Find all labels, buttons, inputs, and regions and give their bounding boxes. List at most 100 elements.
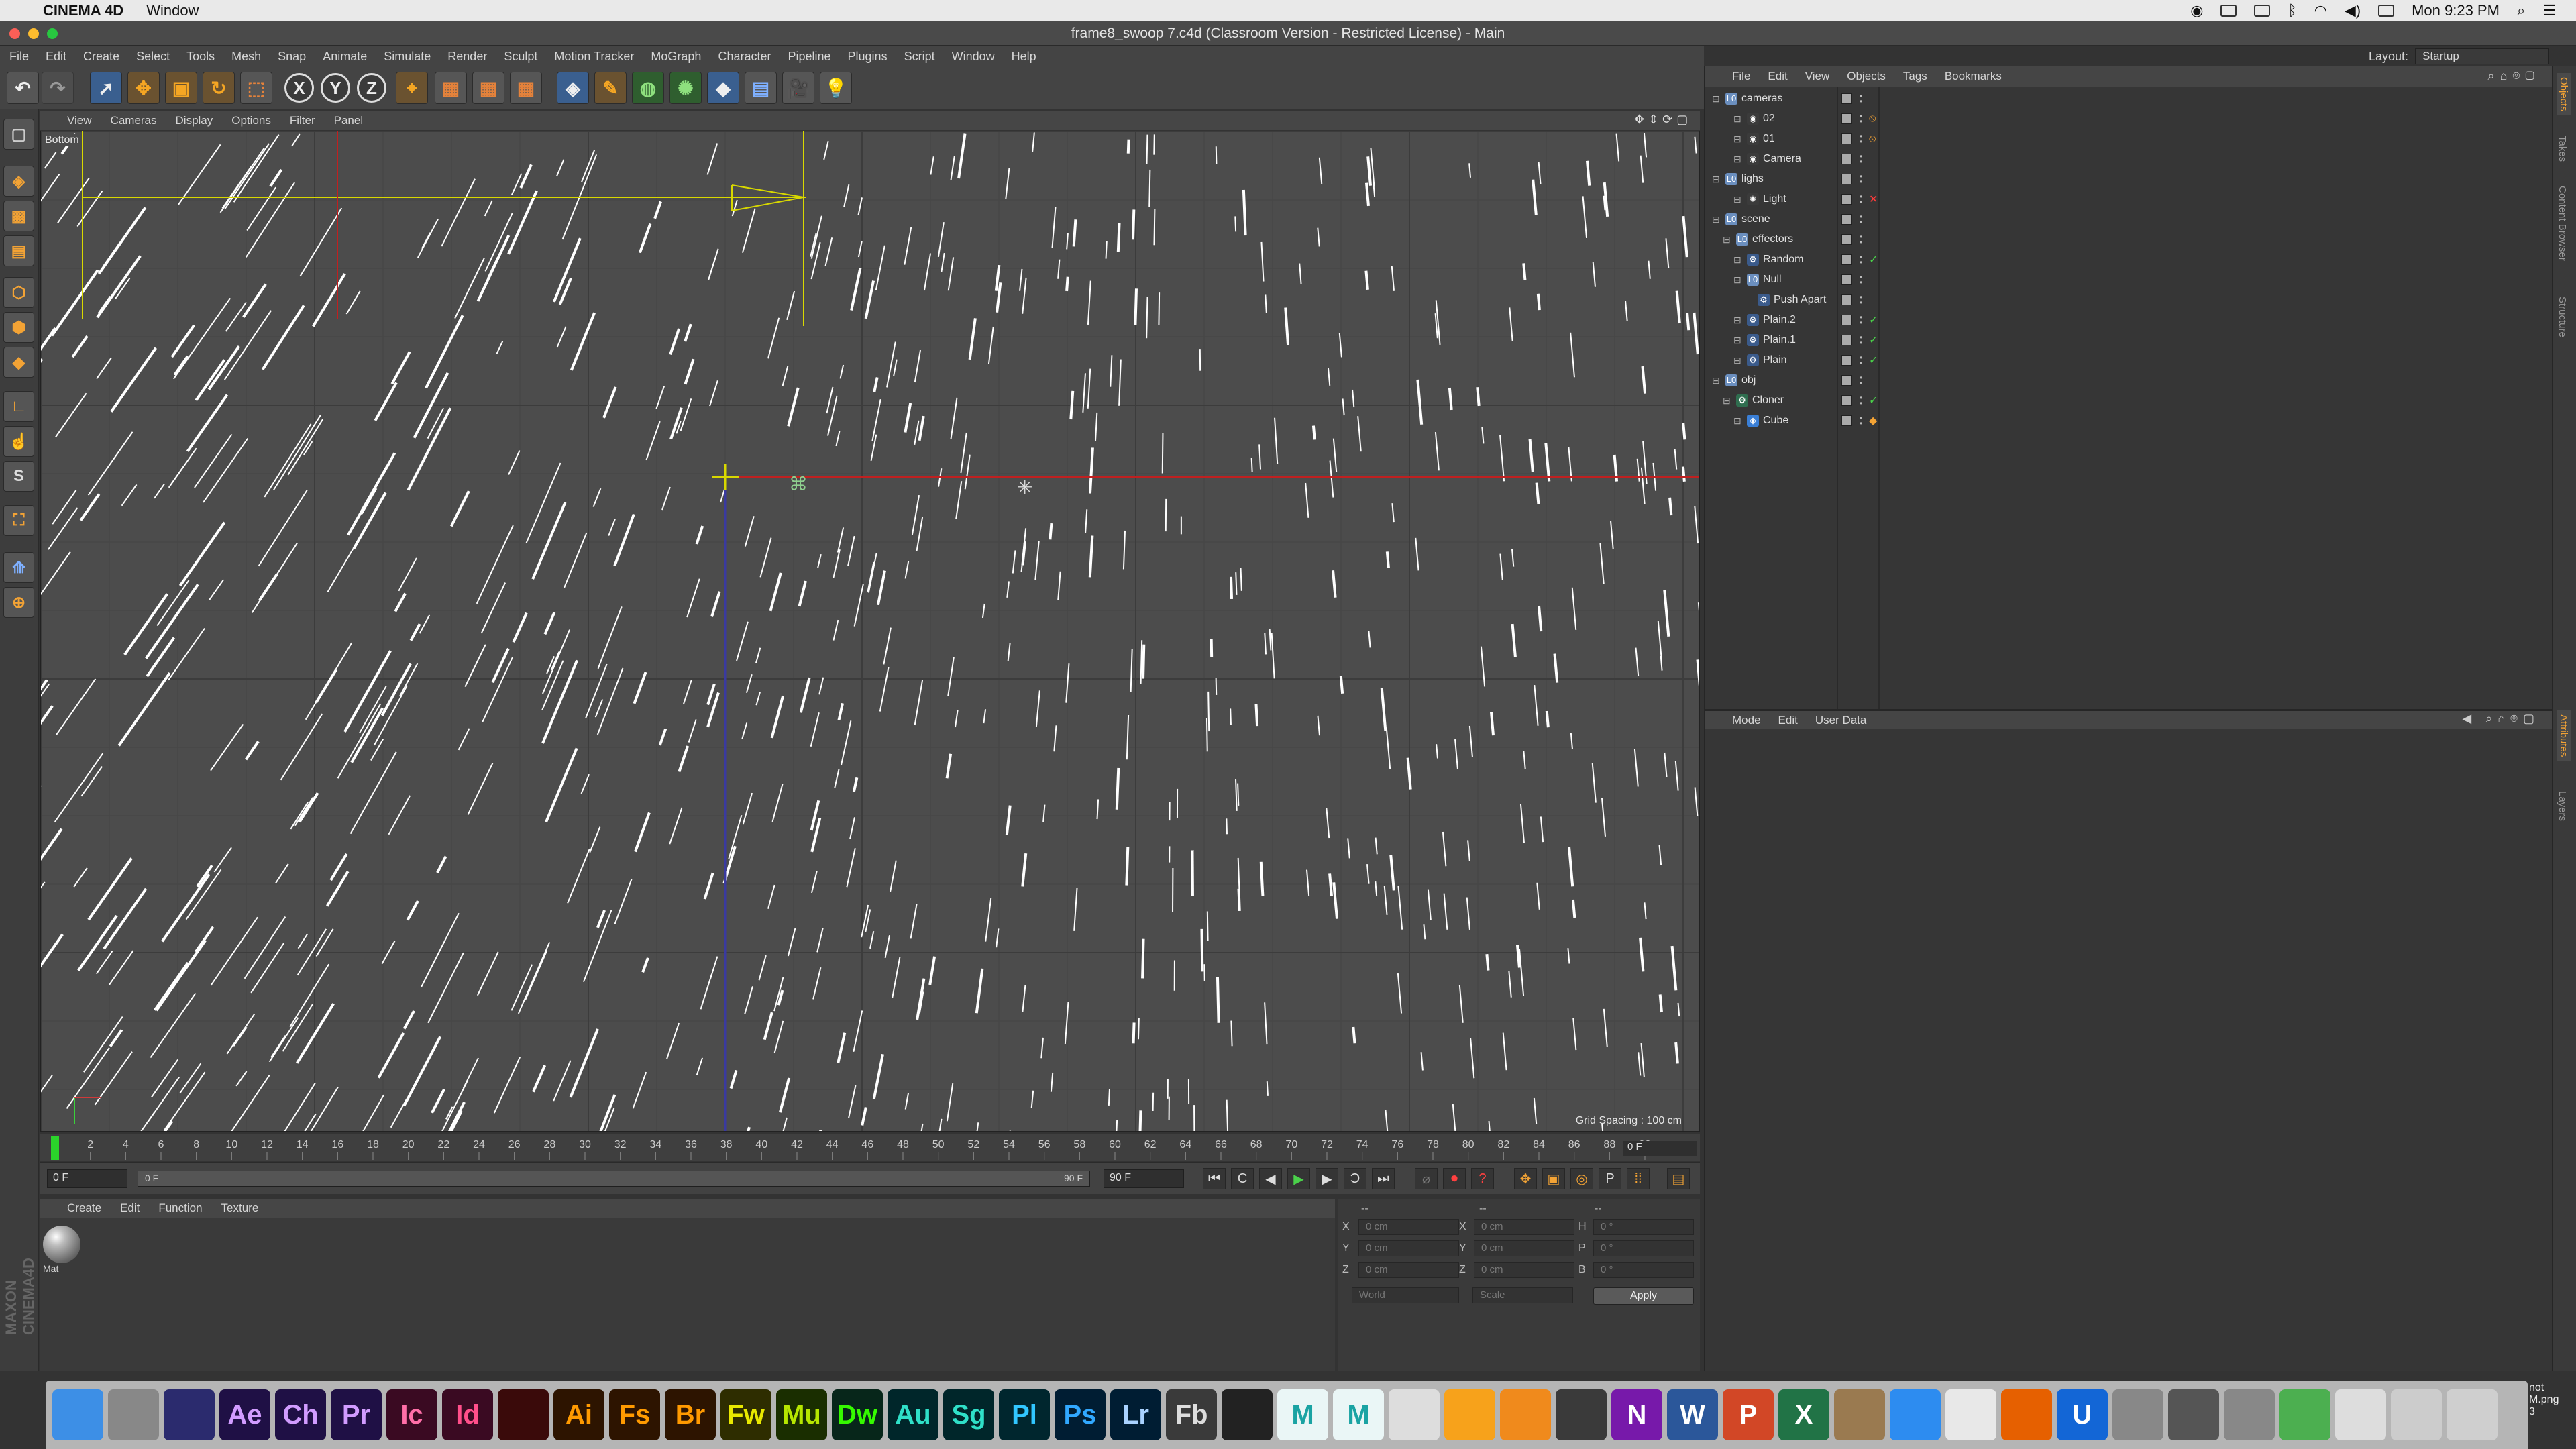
expand-toggle-icon[interactable]: ⊟ [1733, 355, 1743, 366]
recent-tools-icon[interactable]: ⬚ [240, 72, 272, 104]
tag-check-icon[interactable]: ✓ [1869, 333, 1878, 347]
visibility-dots[interactable]: • • [1860, 354, 1865, 367]
undo-icon[interactable]: ↶ [7, 72, 39, 104]
menu-character[interactable]: Character [718, 50, 771, 64]
object-name[interactable]: Random [1763, 254, 1803, 266]
audition-icon[interactable]: Au [888, 1389, 938, 1440]
desktop-file-label[interactable]: not M.png 3 [2529, 1382, 2576, 1418]
visibility-dots[interactable]: • • [1860, 414, 1865, 427]
wifi-icon[interactable]: ◠ [2314, 2, 2327, 19]
coord-field-b-y[interactable]: 0 cm [1474, 1240, 1574, 1256]
coord-field-c-b[interactable]: 0 ° [1593, 1262, 1694, 1278]
apply-button[interactable]: Apply [1593, 1287, 1694, 1305]
viewport-menu-filter[interactable]: Filter [290, 114, 315, 127]
object-name[interactable]: effectors [1752, 233, 1793, 246]
playhead-marker[interactable] [51, 1136, 59, 1160]
layer-swatch[interactable] [1841, 133, 1852, 144]
safari-icon[interactable] [1890, 1389, 1941, 1440]
record-active-objects-icon[interactable]: ⏺ [1443, 1168, 1466, 1189]
deformer-icon[interactable]: ◆ [707, 72, 739, 104]
layer-swatch[interactable] [1841, 113, 1852, 124]
disk-utility-icon[interactable] [2112, 1389, 2163, 1440]
premiere-icon[interactable]: Pr [331, 1389, 382, 1440]
visibility-dots[interactable]: • • [1860, 273, 1865, 286]
object-name[interactable]: scene [1741, 213, 1770, 225]
menu-window[interactable]: Window [952, 50, 995, 64]
object-name[interactable]: 01 [1763, 133, 1775, 145]
menu-create[interactable]: Create [83, 50, 119, 64]
visibility-dots[interactable]: • • [1860, 253, 1865, 266]
key-pla-icon[interactable]: ⁞⁞ [1627, 1168, 1650, 1189]
redo-icon[interactable]: ↷ [42, 72, 74, 104]
layer-swatch[interactable] [1841, 174, 1852, 184]
tag-protect-icon[interactable]: ⦸ [1869, 113, 1876, 125]
object-row-obj[interactable]: ⊟ L0 obj • • [1705, 370, 2552, 390]
expand-toggle-icon[interactable]: ⊟ [1733, 254, 1743, 266]
object-name[interactable]: Push Apart [1774, 294, 1826, 306]
layer-swatch[interactable] [1841, 234, 1852, 245]
firefox-icon[interactable] [2001, 1389, 2052, 1440]
menu-pipeline[interactable]: Pipeline [788, 50, 830, 64]
live-selection-icon[interactable]: ➚ [90, 72, 122, 104]
camera-object-icon[interactable]: 🎥 [782, 72, 814, 104]
material-menu-edit[interactable]: Edit [120, 1201, 140, 1215]
move-tool-icon[interactable]: ✥ [127, 72, 160, 104]
material-item[interactable]: Mat [43, 1226, 83, 1274]
points-mode-icon[interactable]: ⬡ [3, 277, 34, 308]
planar-workplane-icon[interactable]: ⟰ [3, 552, 34, 583]
close-window-button[interactable] [9, 28, 20, 39]
menu-animate[interactable]: Animate [323, 50, 367, 64]
tag-check-icon[interactable]: ✓ [1869, 394, 1878, 407]
object-name[interactable]: Cube [1763, 415, 1788, 427]
menu-sculpt[interactable]: Sculpt [504, 50, 537, 64]
layer-swatch[interactable] [1841, 214, 1852, 225]
excel-icon[interactable]: X [1778, 1389, 1829, 1440]
object-row-effectors[interactable]: ⊟ L0 effectors • • [1705, 229, 2552, 250]
spline-pen-icon[interactable]: ✎ [594, 72, 627, 104]
coord-field-b-z[interactable]: 0 cm [1474, 1262, 1574, 1278]
timeline-ruler[interactable]: 0246810121416182022242628303234363840424… [40, 1134, 1700, 1161]
character-animator-icon[interactable]: Ch [275, 1389, 326, 1440]
object-gizmo-icon[interactable]: ⌘ [789, 474, 808, 494]
record-keys-disabled-icon[interactable]: ⌀ [1415, 1168, 1438, 1189]
indesign-icon[interactable]: Id [442, 1389, 493, 1440]
visibility-dots[interactable]: • • [1860, 313, 1865, 327]
visibility-dots[interactable]: • • [1860, 333, 1865, 347]
object-row-camera[interactable]: ⊟ ◉ Camera • • [1705, 149, 2552, 169]
coord-field-a-z[interactable]: 0 cm [1358, 1262, 1459, 1278]
make-editable-icon[interactable]: ▢ [3, 119, 34, 150]
menu-edit[interactable]: Edit [46, 50, 66, 64]
coord-field-a-x[interactable]: 0 cm [1358, 1219, 1459, 1235]
key-rotation-icon[interactable]: ◎ [1570, 1168, 1593, 1189]
photoshop-icon[interactable]: Ps [1055, 1389, 1106, 1440]
viewport-menu-options[interactable]: Options [231, 114, 271, 127]
documents-stack-icon[interactable] [2391, 1389, 2442, 1440]
layer-swatch[interactable] [1841, 194, 1852, 205]
tag-check-icon[interactable]: ✓ [1869, 313, 1878, 327]
word-icon[interactable]: W [1667, 1389, 1718, 1440]
menu-snap[interactable]: Snap [278, 50, 306, 64]
menu-mesh[interactable]: Mesh [231, 50, 261, 64]
minimize-window-button[interactable] [28, 28, 39, 39]
tag-material-icon[interactable]: ◆ [1869, 414, 1877, 427]
edges-mode-icon[interactable]: ⬢ [3, 312, 34, 343]
powerpoint-icon[interactable]: P [1723, 1389, 1774, 1440]
expand-toggle-icon[interactable]: ⊟ [1733, 315, 1743, 326]
menu-simulate[interactable]: Simulate [384, 50, 431, 64]
acrobat-icon[interactable] [498, 1389, 549, 1440]
expand-toggle-icon[interactable]: ⊟ [1712, 174, 1721, 185]
side-tab-takes[interactable]: Takes [2557, 136, 2568, 162]
expand-toggle-icon[interactable]: ⊟ [1733, 133, 1743, 145]
workplane-mode-icon[interactable]: ▤ [3, 235, 34, 266]
object-row-plain-1[interactable]: ⊟ ⚙ Plain.1 • • ✓ [1705, 330, 2552, 350]
viewport-canvas[interactable]: ✳⌘ [41, 131, 1700, 1132]
object-menu-objects[interactable]: Objects [1847, 70, 1886, 83]
creature-icon[interactable] [1834, 1389, 1885, 1440]
side-tab-layers[interactable]: Layers [2557, 791, 2568, 821]
object-row-light[interactable]: ⊟ ✺ Light • • ✕ [1705, 189, 2552, 209]
prelude-icon[interactable]: Pl [999, 1389, 1050, 1440]
visibility-dots[interactable]: • • [1860, 193, 1865, 206]
menu-plugins[interactable]: Plugins [848, 50, 888, 64]
visibility-dots[interactable]: • • [1860, 233, 1865, 246]
tag-check-icon[interactable]: ✓ [1869, 354, 1878, 367]
